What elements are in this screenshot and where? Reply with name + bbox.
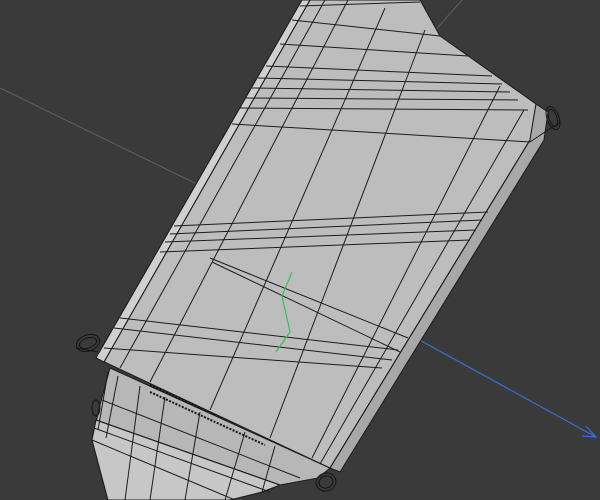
vehicle-model[interactable] — [74, 0, 563, 500]
z-axis-arrowhead — [581, 425, 598, 438]
wheel-icon[interactable] — [74, 331, 102, 354]
wheel-icon[interactable] — [91, 399, 101, 417]
z-axis — [404, 331, 598, 438]
z-axis-line — [404, 331, 597, 438]
3d-viewport[interactable] — [0, 0, 600, 500]
viewport-canvas[interactable] — [0, 0, 600, 500]
